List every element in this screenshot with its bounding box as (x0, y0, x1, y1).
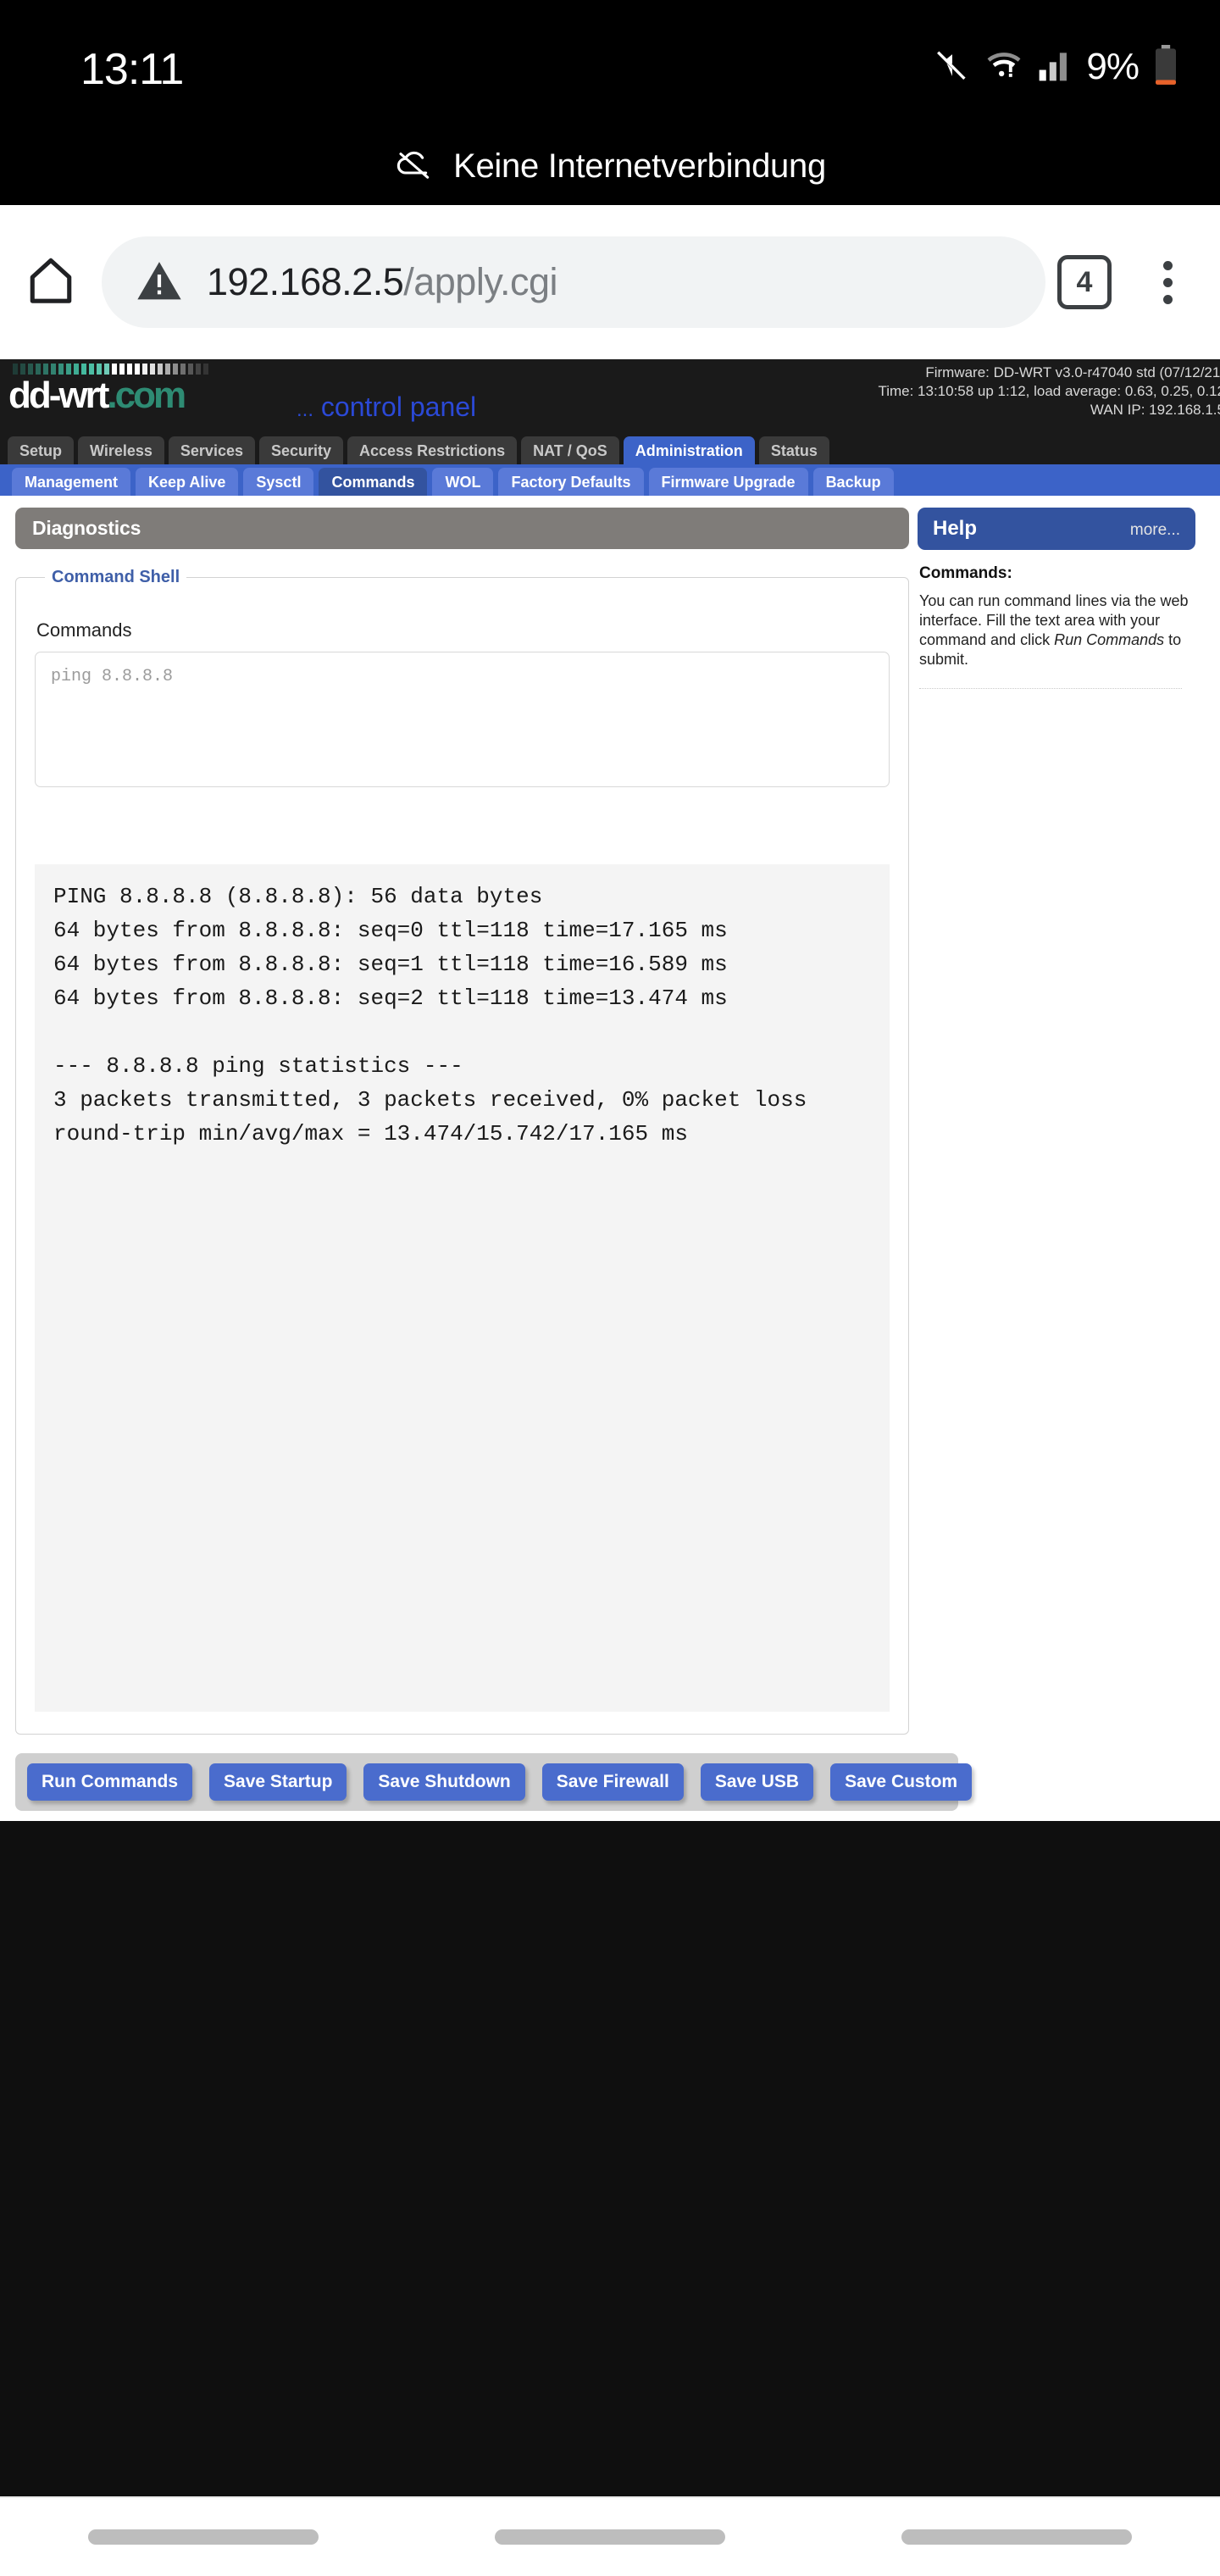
mute-icon (934, 47, 971, 88)
save-shutdown-button[interactable]: Save Shutdown (363, 1763, 525, 1801)
subtab-factory-defaults[interactable]: Factory Defaults (498, 468, 644, 496)
signal-bars-icon (1037, 47, 1073, 88)
uptime-info: Time: 13:10:58 up 1:12, load average: 0.… (878, 383, 1220, 399)
help-header: Help more... (918, 508, 1195, 550)
wan-ip-info: WAN IP: 192.168.1.5 (1090, 402, 1220, 418)
ddwrt-header: dd-wrt.com ... control panel Firmware: D… (0, 359, 1220, 433)
logo-name: dd-wrt (8, 375, 109, 416)
save-startup-button[interactable]: Save Startup (209, 1763, 347, 1801)
battery-icon (1152, 44, 1179, 90)
status-icons-group: 9% (934, 44, 1179, 90)
tab-setup[interactable]: Setup (8, 436, 75, 464)
home-icon (26, 253, 75, 312)
no-internet-banner: Keine Internetverbindung (0, 127, 1220, 205)
nav-recents-button[interactable] (88, 2529, 319, 2545)
subtab-sysctl[interactable]: Sysctl (243, 468, 314, 496)
logo-wordmark: dd-wrt.com (8, 377, 208, 414)
home-button[interactable] (0, 253, 102, 312)
url-host: 192.168.2.5 (207, 260, 404, 303)
main-column: Diagnostics Command Shell Commands PING … (0, 508, 973, 1811)
help-column: Help more... Commands: You can run comma… (909, 508, 1206, 1811)
tab-services[interactable]: Services (168, 436, 255, 464)
firmware-info: Firmware: DD-WRT v3.0-r47040 std (07/12/… (925, 364, 1220, 380)
tab-security[interactable]: Security (258, 436, 344, 464)
commands-input[interactable] (35, 652, 890, 787)
control-panel-text: control panel (320, 391, 477, 422)
cloud-off-icon (394, 147, 435, 186)
sub-tab-bar: Management Keep Alive Sysctl Commands WO… (0, 464, 1220, 496)
wifi-warning-icon (984, 47, 1023, 88)
diagnostics-section-title: Diagnostics (15, 508, 909, 549)
help-title: Help (933, 517, 978, 540)
subtab-firmware-upgrade[interactable]: Firmware Upgrade (648, 468, 808, 496)
url-path: /apply.cgi (403, 260, 558, 303)
commands-field-label: Commands (36, 619, 132, 641)
help-body-emphasis: Run Commands (1054, 631, 1165, 648)
tab-access-restrictions[interactable]: Access Restrictions (347, 436, 518, 464)
background-filler (0, 1821, 1220, 2496)
help-more-link[interactable]: more... (1130, 521, 1180, 540)
browser-toolbar: 192.168.2.5/apply.cgi 4 (0, 205, 1220, 359)
no-internet-label: Keine Internetverbindung (453, 147, 826, 185)
help-divider (919, 688, 1182, 689)
command-shell-fieldset: Command Shell Commands PING 8.8.8.8 (8.8… (15, 568, 909, 1735)
subtab-management[interactable]: Management (12, 468, 131, 496)
kebab-menu-icon[interactable] (1140, 260, 1195, 304)
tab-status[interactable]: Status (758, 436, 829, 464)
router-info-block: Firmware: DD-WRT v3.0-r47040 std (07/12/… (878, 364, 1220, 419)
nav-home-button[interactable] (495, 2529, 725, 2545)
tab-switcher-button[interactable]: 4 (1057, 255, 1112, 309)
action-button-bar: Run Commands Save Startup Save Shutdown … (15, 1753, 973, 1811)
url-text: 192.168.2.5/apply.cgi (207, 260, 557, 304)
logo-dash-bar (13, 364, 208, 375)
tab-administration[interactable]: Administration (623, 436, 755, 464)
run-commands-button[interactable]: Run Commands (27, 1763, 193, 1801)
help-body: You can run command lines via the web in… (919, 591, 1195, 669)
address-bar[interactable]: 192.168.2.5/apply.cgi (102, 236, 1045, 328)
nav-back-button[interactable] (901, 2529, 1132, 2545)
control-panel-label: ... control panel (297, 391, 476, 423)
main-tab-bar: Setup Wireless Services Security Access … (0, 433, 1220, 464)
command-output: PING 8.8.8.8 (8.8.8.8): 56 data bytes 64… (35, 864, 890, 1712)
webpage-viewport: dd-wrt.com ... control panel Firmware: D… (0, 359, 1220, 1821)
save-usb-button[interactable]: Save USB (700, 1763, 814, 1801)
status-clock: 13:11 (80, 45, 184, 94)
tab-nat-qos[interactable]: NAT / QoS (521, 436, 619, 464)
help-heading: Commands: (919, 564, 1012, 582)
page-content: Diagnostics Command Shell Commands PING … (0, 496, 1220, 1811)
subtab-commands[interactable]: Commands (319, 468, 428, 496)
warning-triangle-icon[interactable] (136, 258, 183, 307)
tab-wireless[interactable]: Wireless (78, 436, 164, 464)
logo-domain: .com (107, 375, 186, 416)
subtab-backup[interactable]: Backup (812, 468, 894, 496)
output-spacer (35, 791, 890, 864)
control-panel-dots: ... (297, 398, 314, 421)
command-shell-legend: Command Shell (52, 568, 180, 586)
battery-percent-label: 9% (1086, 46, 1140, 87)
android-status-bar: 13:11 9% (0, 0, 1220, 127)
save-firewall-button[interactable]: Save Firewall (541, 1763, 684, 1801)
subtab-wol[interactable]: WOL (432, 468, 494, 496)
subtab-keep-alive[interactable]: Keep Alive (136, 468, 239, 496)
ddwrt-logo[interactable]: dd-wrt.com (8, 364, 208, 414)
android-nav-bar (0, 2496, 1220, 2576)
